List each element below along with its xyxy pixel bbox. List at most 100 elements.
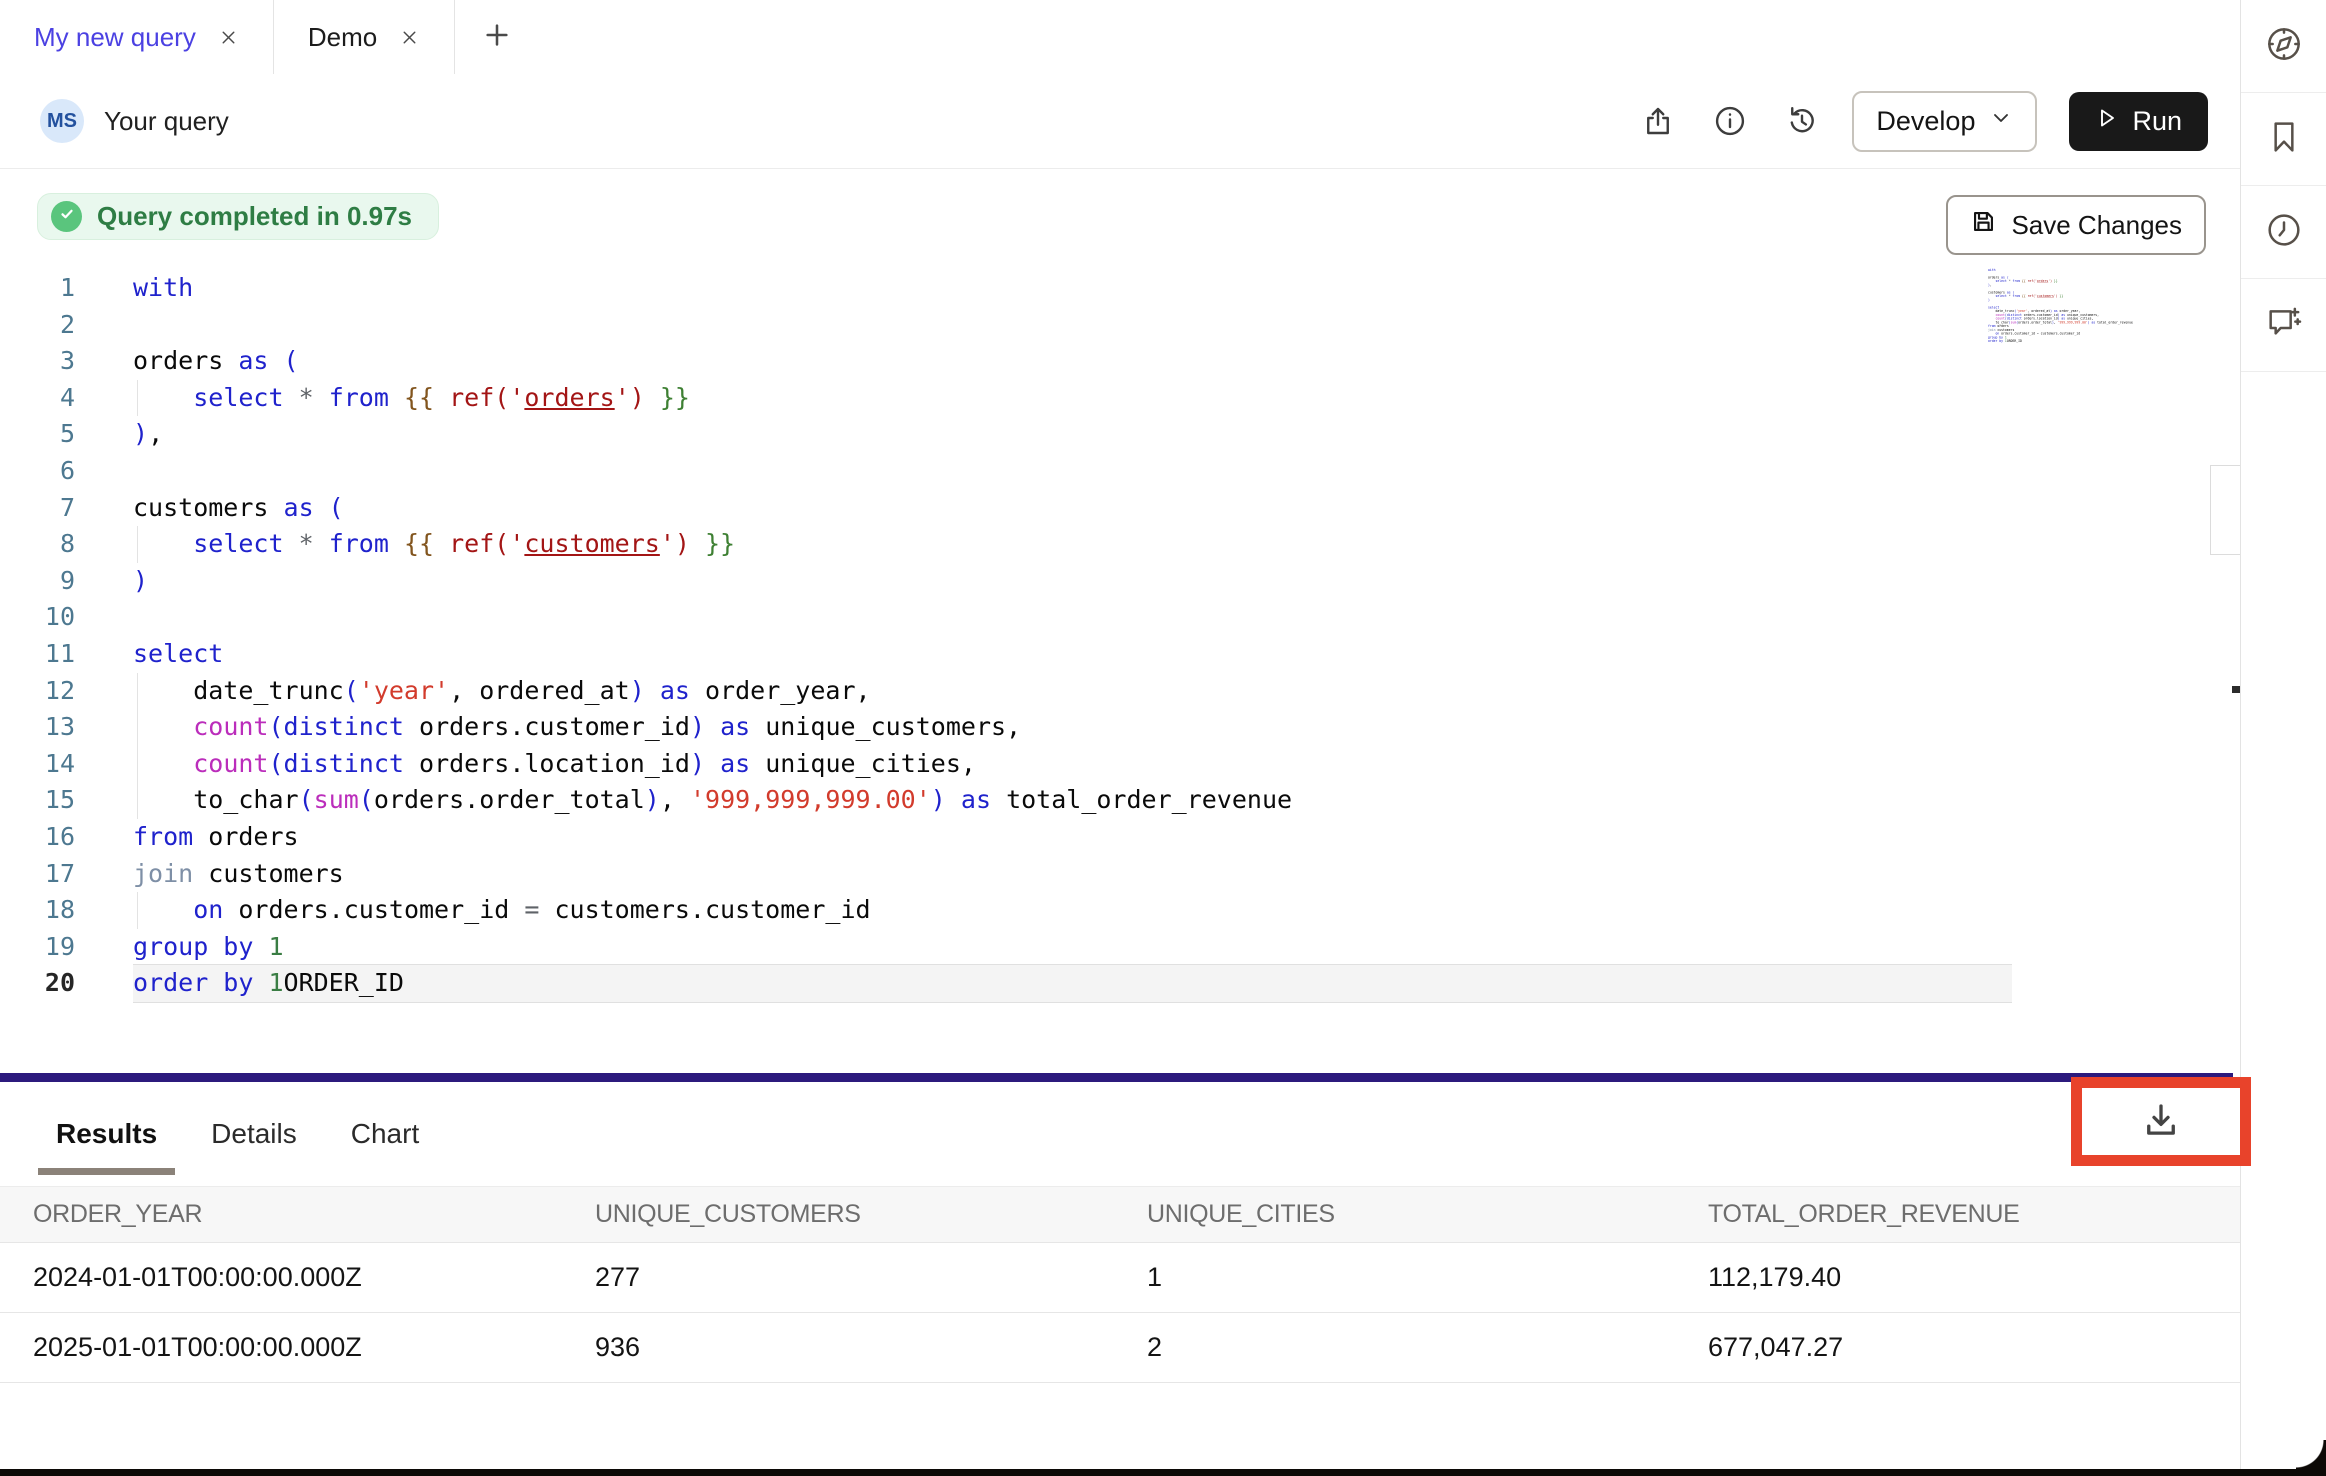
results-tab-details[interactable]: Details xyxy=(209,1118,299,1150)
tab-demo[interactable]: Demo xyxy=(274,0,455,74)
table-cell: 112,179.40 xyxy=(1708,1262,2240,1293)
download-highlight-box xyxy=(2071,1077,2251,1166)
table-header-row: ORDER_YEARUNIQUE_CUSTOMERSUNIQUE_CITIEST… xyxy=(0,1186,2240,1243)
results-tab-results[interactable]: Results xyxy=(54,1118,159,1150)
editor-minimap[interactable]: with orders as ( select * from {{ ref('o… xyxy=(1988,268,2188,388)
line-number: 1 xyxy=(0,270,75,307)
line-content: order by 1ORDER_ID xyxy=(133,965,2012,1002)
line-number: 13 xyxy=(0,709,75,746)
results-tab-chart[interactable]: Chart xyxy=(349,1118,421,1150)
code-line-1[interactable]: 1with xyxy=(0,270,2012,307)
code-line-17[interactable]: 17 join customers xyxy=(0,856,2012,893)
right-sidebar xyxy=(2240,0,2326,1476)
code-line-3[interactable]: 3orders as ( xyxy=(0,343,2012,380)
code-line-7[interactable]: 7customers as ( xyxy=(0,490,2012,527)
line-content: to_char(sum(orders.order_total), '999,99… xyxy=(133,782,2012,819)
panel-resize-handle[interactable] xyxy=(0,1073,2233,1082)
code-line-16[interactable]: 16 from orders xyxy=(0,819,2012,856)
header-actions: Develop Run xyxy=(1640,91,2208,152)
sidebar-item-clock[interactable] xyxy=(2241,186,2326,279)
line-content: count(distinct orders.location_id) as un… xyxy=(133,746,2012,783)
results-panel: Results Details Chart ORDER_YEARUNIQUE_CUS… xyxy=(0,1073,2240,1469)
sql-editor: Query completed in 0.97s Save Changes 1w… xyxy=(0,170,2240,1073)
table-cell: 677,047.27 xyxy=(1708,1332,2240,1363)
avatar: MS xyxy=(40,99,84,143)
table-cell: 277 xyxy=(595,1262,1147,1293)
line-content: select * from {{ ref('customers') }} xyxy=(133,526,2012,563)
line-content: join customers xyxy=(133,856,2012,893)
tab-label: My new query xyxy=(34,22,196,53)
line-number: 16 xyxy=(0,819,75,856)
code-line-5[interactable]: 5), xyxy=(0,416,2012,453)
code-line-10[interactable]: 10 xyxy=(0,599,2012,636)
line-content: ), xyxy=(133,416,2012,453)
line-number: 9 xyxy=(0,563,75,600)
code-line-2[interactable]: 2 xyxy=(0,307,2012,344)
editor-scrollbar-thumb[interactable] xyxy=(2210,465,2242,555)
table-row[interactable]: 2024-01-01T00:00:00.000Z2771112,179.40 xyxy=(0,1243,2240,1313)
line-number: 17 xyxy=(0,856,75,893)
query-status-text: Query completed in 0.97s xyxy=(97,201,412,232)
header-action-icons xyxy=(1640,103,1820,139)
page-title: Your query xyxy=(104,106,229,137)
minimap-code: with orders as ( select * from {{ ref('o… xyxy=(1988,268,2176,343)
line-number: 19 xyxy=(0,929,75,966)
save-changes-button[interactable]: Save Changes xyxy=(1946,195,2206,255)
code-line-4[interactable]: 4 select * from {{ ref('orders') }} xyxy=(0,380,2012,417)
compass-icon xyxy=(2264,24,2304,69)
code-line-20[interactable]: 20order by 1ORDER_ID xyxy=(0,965,2012,1002)
run-button[interactable]: Run xyxy=(2069,92,2208,151)
develop-button[interactable]: Develop xyxy=(1852,91,2037,152)
new-tab-button[interactable] xyxy=(455,0,539,74)
share-icon[interactable] xyxy=(1640,103,1676,139)
line-content: select * from {{ ref('orders') }} xyxy=(133,380,2012,417)
window-bottom-edge xyxy=(0,1469,2326,1476)
line-content: on orders.customer_id = customers.custom… xyxy=(133,892,2012,929)
code-line-12[interactable]: 12 date_trunc('year', ordered_at) as ord… xyxy=(0,673,2012,710)
close-icon[interactable] xyxy=(399,27,420,48)
develop-button-label: Develop xyxy=(1876,106,1975,137)
line-content: from orders xyxy=(133,819,2012,856)
column-header: TOTAL_ORDER_REVENUE xyxy=(1708,1200,2240,1229)
bookmark-icon xyxy=(2264,117,2304,162)
sidebar-item-compass[interactable] xyxy=(2241,0,2326,93)
query-header: MS Your query Develop Run xyxy=(0,74,2240,169)
tab-bar-tabs: My new query Demo xyxy=(0,0,455,74)
code-line-14[interactable]: 14 count(distinct orders.location_id) as… xyxy=(0,746,2012,783)
line-number: 2 xyxy=(0,307,75,344)
table-row[interactable]: 2025-01-01T00:00:00.000Z9362677,047.27 xyxy=(0,1313,2240,1383)
line-content xyxy=(133,599,2012,636)
line-number: 6 xyxy=(0,453,75,490)
sidebar-item-bookmark[interactable] xyxy=(2241,93,2326,186)
line-number: 15 xyxy=(0,782,75,819)
line-content: ) xyxy=(133,563,2012,600)
table-cell: 936 xyxy=(595,1332,1147,1363)
results-tabs: Results Details Chart xyxy=(54,1082,421,1186)
info-icon[interactable] xyxy=(1712,103,1748,139)
line-number: 5 xyxy=(0,416,75,453)
code-line-13[interactable]: 13 count(distinct orders.customer_id) as… xyxy=(0,709,2012,746)
code-line-11[interactable]: 11select xyxy=(0,636,2012,673)
chevron-down-icon xyxy=(1989,106,2013,137)
sidebar-item-chat-sparkle[interactable] xyxy=(2241,279,2326,372)
tab-my-new-query[interactable]: My new query xyxy=(0,0,274,74)
close-icon[interactable] xyxy=(218,27,239,48)
code-line-9[interactable]: 9) xyxy=(0,563,2012,600)
window-rounded-corner xyxy=(2296,1440,2326,1470)
download-button[interactable] xyxy=(2140,1099,2182,1144)
column-header: UNIQUE_CUSTOMERS xyxy=(595,1200,1147,1229)
code-line-15[interactable]: 15 to_char(sum(orders.order_total), '999… xyxy=(0,782,2012,819)
history-icon[interactable] xyxy=(1784,103,1820,139)
line-content: group by 1 xyxy=(133,929,2012,966)
code-line-19[interactable]: 19 group by 1 xyxy=(0,929,2012,966)
check-icon xyxy=(51,201,82,232)
tab-bar: My new query Demo xyxy=(0,0,2240,75)
code-line-8[interactable]: 8 select * from {{ ref('customers') }} xyxy=(0,526,2012,563)
column-header: ORDER_YEAR xyxy=(33,1200,595,1229)
table-cell: 2025-01-01T00:00:00.000Z xyxy=(33,1332,595,1363)
code-line-18[interactable]: 18 on orders.customer_id = customers.cus… xyxy=(0,892,2012,929)
line-content: select xyxy=(133,636,2012,673)
table-cell: 2 xyxy=(1147,1332,1708,1363)
line-number: 4 xyxy=(0,380,75,417)
code-line-6[interactable]: 6 xyxy=(0,453,2012,490)
